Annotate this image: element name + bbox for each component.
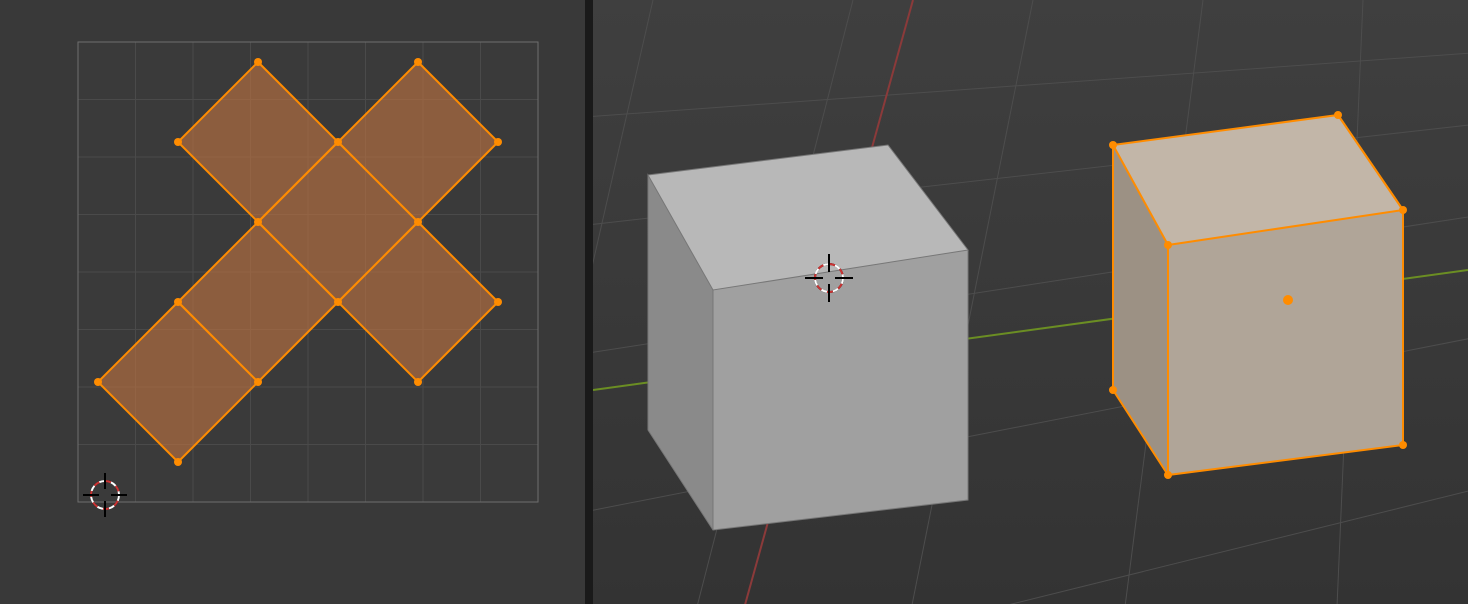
- cube-front: [713, 250, 968, 530]
- 3d-viewport-canvas[interactable]: [593, 0, 1468, 604]
- uv-editor-canvas[interactable]: [0, 0, 585, 604]
- object-cube[interactable]: [648, 145, 968, 530]
- cube2-front: [1168, 210, 1403, 475]
- object-cube-001[interactable]: [1109, 111, 1407, 479]
- area-divider[interactable]: [585, 0, 593, 604]
- 3d-viewport[interactable]: [593, 0, 1468, 604]
- uv-editor[interactable]: [0, 0, 585, 604]
- split-view: [0, 0, 1468, 604]
